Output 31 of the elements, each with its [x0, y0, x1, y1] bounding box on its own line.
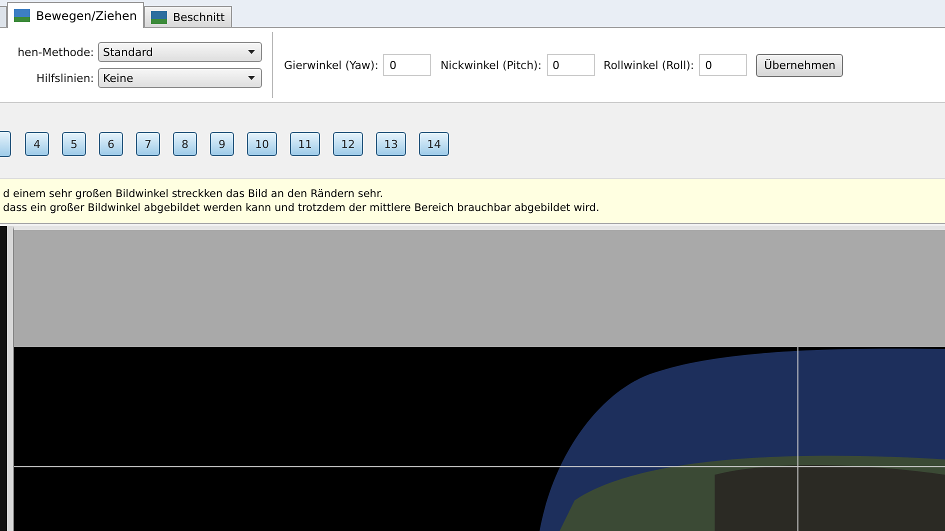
image-button[interactable]: 10: [247, 132, 277, 156]
image-button[interactable]: 5: [62, 132, 86, 156]
input-field[interactable]: 0: [383, 54, 432, 76]
image-button[interactable]: 14: [419, 132, 449, 156]
field-label: Rollwinkel (Roll):: [604, 58, 694, 72]
field-label: Hilfslinien:: [36, 72, 94, 84]
tab[interactable]: Bewegen/Ziehen: [7, 2, 144, 28]
caret-icon: [248, 76, 255, 80]
image-button[interactable]: 13: [376, 132, 406, 156]
image-button[interactable]: [0, 131, 11, 157]
image-button[interactable]: 11: [290, 132, 320, 156]
tab[interactable]: Beschnitt: [144, 6, 232, 27]
image-button[interactable]: 6: [99, 132, 123, 156]
image-button[interactable]: 12: [333, 132, 363, 156]
input-field[interactable]: 0: [546, 54, 595, 76]
field-label: hen-Methode:: [18, 46, 94, 58]
image-button[interactable]: 7: [136, 132, 160, 156]
field-label: Nickwinkel (Pitch):: [440, 58, 542, 72]
apply-button[interactable]: Übernehmen: [756, 54, 844, 76]
info-text: d einem sehr großen Bildwinkel streckken das Bild an den Rändern sehr.: [3, 188, 384, 200]
field-label: Gierwinkel (Yaw):: [284, 58, 378, 72]
image-button[interactable]: 9: [210, 132, 234, 156]
dropdown[interactable]: Standard: [98, 42, 262, 62]
image-button[interactable]: 8: [173, 132, 197, 156]
image-button[interactable]: 4: [25, 132, 49, 156]
info-text: dass ein großer Bildwinkel abgebildet werden kann und trotzdem der mittlere Bereich brauchbar abgebildet wird.: [3, 202, 600, 214]
input-field[interactable]: 0: [699, 54, 748, 76]
picture-icon: [151, 10, 167, 24]
dropdown[interactable]: Keine: [98, 68, 262, 88]
picture-icon: [14, 9, 30, 22]
caret-icon: [248, 50, 255, 54]
